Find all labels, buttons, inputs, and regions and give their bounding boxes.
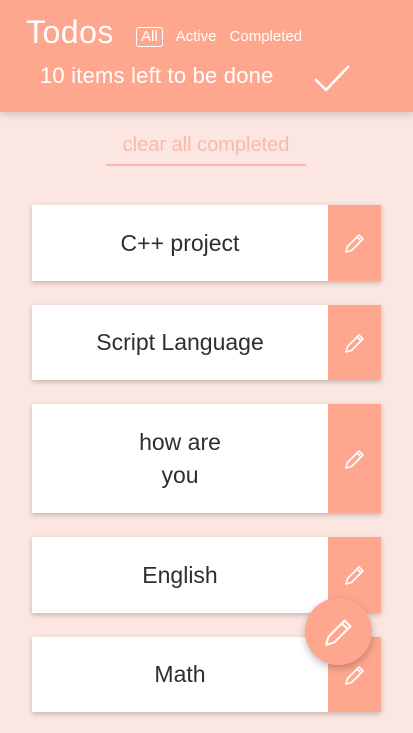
pencil-icon bbox=[344, 566, 364, 585]
filter-active[interactable]: Active bbox=[176, 28, 217, 46]
items-left-count: 10 items left to be done bbox=[40, 63, 274, 88]
edit-button[interactable] bbox=[328, 305, 381, 380]
add-todo-fab[interactable] bbox=[305, 598, 372, 665]
pencil-icon bbox=[344, 333, 364, 353]
todo-item[interactable]: C++ project bbox=[32, 205, 381, 281]
app-title: Todos bbox=[26, 14, 114, 50]
todo-text[interactable]: how are you bbox=[32, 404, 328, 513]
pencil-icon bbox=[344, 449, 364, 469]
pencil-icon bbox=[344, 234, 364, 253]
pencil-icon bbox=[324, 619, 351, 646]
edit-button[interactable] bbox=[328, 404, 381, 513]
todo-item[interactable]: Script Language bbox=[32, 305, 381, 380]
filter-all[interactable]: All bbox=[136, 27, 163, 47]
clear-completed-link[interactable]: clear all completed bbox=[106, 134, 306, 166]
edit-button[interactable] bbox=[328, 205, 381, 281]
app-header: Todos All Active Completed 10 items left… bbox=[0, 0, 413, 112]
filter-completed[interactable]: Completed bbox=[230, 28, 303, 46]
todo-text[interactable]: Script Language bbox=[32, 305, 328, 380]
pencil-icon bbox=[344, 665, 364, 685]
todo-text[interactable]: English bbox=[32, 537, 328, 613]
check-icon[interactable] bbox=[313, 64, 351, 94]
filter-tabs: All Active Completed bbox=[136, 27, 315, 47]
todo-text[interactable]: C++ project bbox=[32, 205, 328, 281]
todo-item[interactable]: how are you bbox=[32, 404, 381, 513]
todo-text[interactable]: Math bbox=[32, 637, 328, 712]
